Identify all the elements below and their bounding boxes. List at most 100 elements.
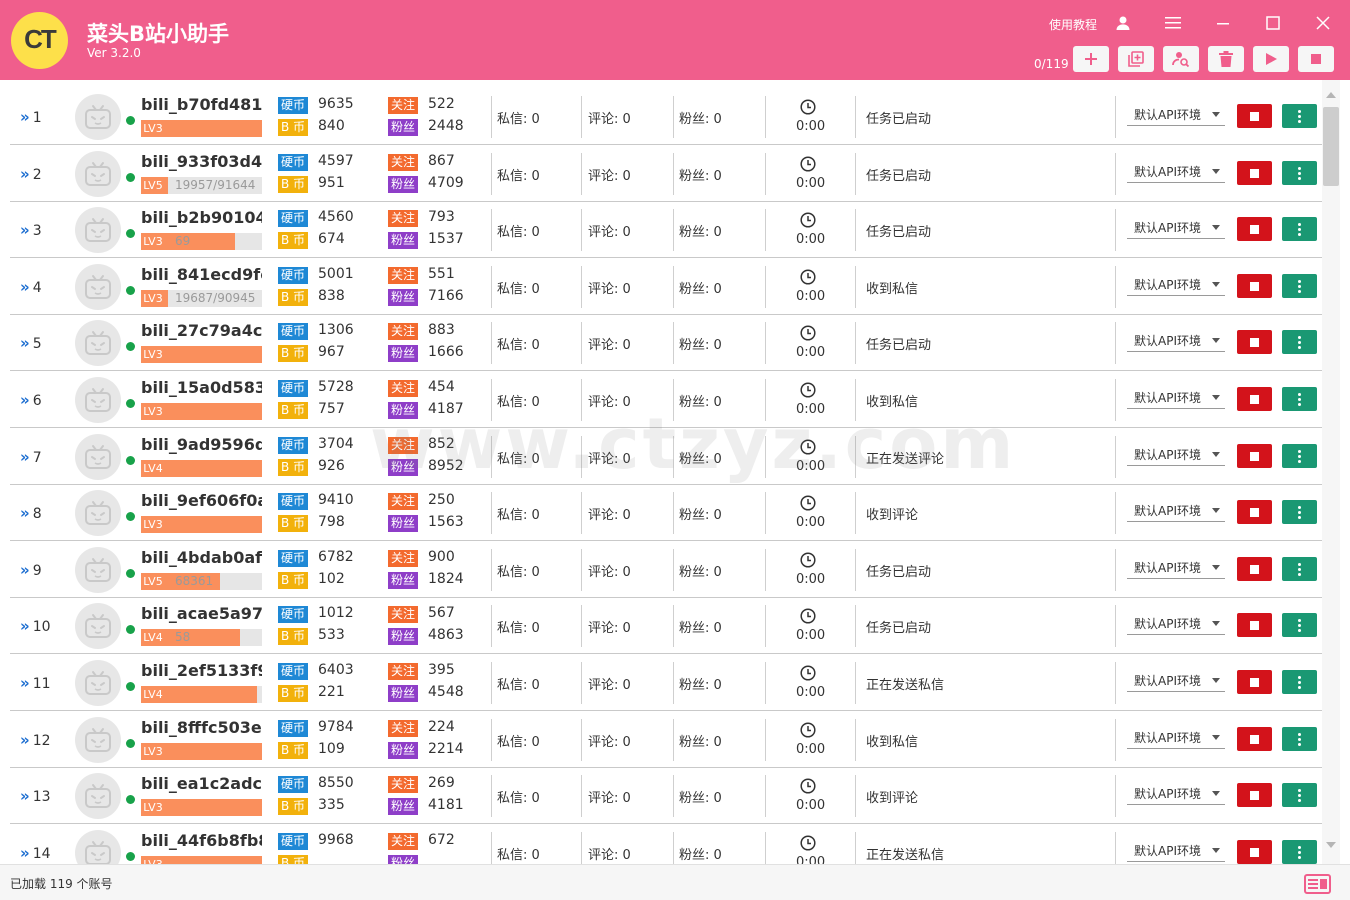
api-env-select[interactable]: 默认API环境	[1127, 324, 1225, 352]
more-options-button[interactable]	[1282, 613, 1317, 637]
more-options-button[interactable]	[1282, 104, 1317, 128]
more-options-button[interactable]	[1282, 840, 1317, 864]
api-env-select[interactable]: 默认API环境	[1127, 438, 1225, 466]
menu-button[interactable]	[1158, 8, 1188, 38]
more-options-button[interactable]	[1282, 783, 1317, 807]
double-chevron-right-icon[interactable]: »	[20, 561, 30, 579]
api-env-select[interactable]: 默认API环境	[1127, 98, 1225, 126]
avatar[interactable]	[75, 717, 121, 763]
api-env-select[interactable]: 默认API环境	[1127, 211, 1225, 239]
stop-task-button[interactable]	[1237, 330, 1272, 354]
account-row[interactable]: » 12 bili_8fffc503e0 LV3 硬币 9784 B 币 109 关注 224 粉丝…	[10, 711, 1322, 768]
stop-task-button[interactable]	[1237, 444, 1272, 468]
api-env-select[interactable]: 默认API环境	[1127, 721, 1225, 749]
scroll-down-arrow-icon[interactable]	[1326, 842, 1336, 848]
avatar[interactable]	[75, 207, 121, 253]
account-row[interactable]: »6 bili_15a0d5838 LV3 硬币 5728 B 币 757 关注 454 粉丝 41…	[10, 371, 1322, 428]
maximize-button[interactable]	[1258, 8, 1288, 38]
close-button[interactable]	[1308, 8, 1338, 38]
more-options-button[interactable]	[1282, 557, 1317, 581]
double-chevron-right-icon[interactable]: »	[20, 731, 30, 749]
start-all-button[interactable]	[1253, 46, 1289, 72]
stop-task-button[interactable]	[1237, 500, 1272, 524]
account-row[interactable]: »7 bili_9ad9596db LV4 硬币 3704 B 币 926 关注 852 粉丝 89…	[10, 428, 1322, 485]
double-chevron-right-icon[interactable]: »	[20, 504, 30, 522]
api-env-select[interactable]: 默认API环境	[1127, 155, 1225, 183]
stop-task-button[interactable]	[1237, 274, 1272, 298]
vertical-scrollbar[interactable]	[1322, 80, 1340, 864]
account-row[interactable]: » 5 bili_27c79a4c2 LV3 硬币 1306 B 币 967 关注 883 粉丝 16…	[10, 314, 1322, 371]
double-chevron-right-icon[interactable]: »	[20, 108, 30, 126]
avatar[interactable]	[75, 490, 121, 536]
account-row[interactable]: » 9 bili_4bdab0af2 68361 LV5 硬币 6782 B 币 102 关注 90…	[10, 541, 1322, 598]
stop-task-button[interactable]	[1237, 104, 1272, 128]
api-env-select[interactable]: 默认API环境	[1127, 664, 1225, 692]
stop-task-button[interactable]	[1237, 783, 1272, 807]
batch-add-button[interactable]	[1118, 46, 1154, 72]
more-options-button[interactable]	[1282, 444, 1317, 468]
double-chevron-right-icon[interactable]: »	[20, 787, 30, 805]
more-options-button[interactable]	[1282, 387, 1317, 411]
double-chevron-right-icon[interactable]: »	[20, 391, 30, 409]
api-env-select[interactable]: 默认API环境	[1127, 494, 1225, 522]
account-row[interactable]: »11 bili_2ef5133f9a LV4 硬币 6403 B 币 221 关注 395 粉丝…	[10, 654, 1322, 711]
account-row[interactable]: » 2 bili_933f03d45 19957/91644 LV5 硬币 4597 B 币 9…	[10, 145, 1322, 202]
account-row[interactable]: »3 bili_b2b901047 69 LV3 硬币 4560 B 币 674 关注 793 粉丝…	[10, 201, 1322, 258]
tutorial-link[interactable]: 使用教程	[1049, 16, 1097, 33]
stop-task-button[interactable]	[1237, 613, 1272, 637]
avatar[interactable]	[75, 830, 121, 864]
more-options-button[interactable]	[1282, 330, 1317, 354]
more-options-button[interactable]	[1282, 274, 1317, 298]
avatar[interactable]	[75, 377, 121, 423]
scroll-up-arrow-icon[interactable]	[1326, 92, 1336, 98]
avatar[interactable]	[75, 547, 121, 593]
user-button[interactable]	[1108, 8, 1138, 38]
scroll-thumb[interactable]	[1323, 107, 1339, 186]
api-env-select[interactable]: 默认API环境	[1127, 268, 1225, 296]
minimize-button[interactable]	[1208, 8, 1238, 38]
api-env-select[interactable]: 默认API环境	[1127, 551, 1225, 579]
stop-task-button[interactable]	[1237, 217, 1272, 241]
more-options-button[interactable]	[1282, 161, 1317, 185]
account-row[interactable]: »14 bili_44f6b8fb8c LV3 硬币 9968 B 币 关注 672 粉丝 私信:…	[10, 824, 1322, 864]
api-env-select[interactable]: 默认API环境	[1127, 777, 1225, 805]
avatar[interactable]	[75, 603, 121, 649]
double-chevron-right-icon[interactable]: »	[20, 617, 30, 635]
double-chevron-right-icon[interactable]: »	[20, 674, 30, 692]
avatar[interactable]	[75, 773, 121, 819]
stop-task-button[interactable]	[1237, 670, 1272, 694]
account-row[interactable]: »13 bili_ea1c2adc9c LV3 硬币 8550 B 币 335 关注 269 粉丝…	[10, 767, 1322, 824]
stop-task-button[interactable]	[1237, 727, 1272, 751]
account-row[interactable]: » 1 bili_b70fd4813 LV3 硬币 9635 B 币 840 关注 522 粉丝 24…	[10, 88, 1322, 145]
avatar[interactable]	[75, 320, 121, 366]
double-chevron-right-icon[interactable]: »	[20, 221, 30, 239]
stop-task-button[interactable]	[1237, 161, 1272, 185]
log-panel-icon[interactable]	[1304, 874, 1331, 894]
add-account-button[interactable]	[1073, 46, 1109, 72]
api-env-select[interactable]: 默认API环境	[1127, 834, 1225, 862]
api-env-select[interactable]: 默认API环境	[1127, 381, 1225, 409]
stop-all-button[interactable]	[1298, 46, 1334, 72]
more-options-button[interactable]	[1282, 500, 1317, 524]
more-options-button[interactable]	[1282, 670, 1317, 694]
account-list[interactable]: » 1 bili_b70fd4813 LV3 硬币 9635 B 币 840 关注 522 粉丝 24…	[0, 80, 1322, 864]
account-row[interactable]: »4 bili_841ecd9fce 19687/90945 LV3 硬币 5001 B 币…	[10, 258, 1322, 315]
account-row[interactable]: »10 bili_acae5a9718 58 LV4 硬币 1012 B 币 533 关注 567…	[10, 597, 1322, 654]
more-options-button[interactable]	[1282, 217, 1317, 241]
avatar[interactable]	[75, 151, 121, 197]
double-chevron-right-icon[interactable]: »	[20, 844, 30, 862]
double-chevron-right-icon[interactable]: »	[20, 165, 30, 183]
api-env-select[interactable]: 默认API环境	[1127, 607, 1225, 635]
stop-task-button[interactable]	[1237, 840, 1272, 864]
avatar[interactable]	[75, 94, 121, 140]
avatar[interactable]	[75, 434, 121, 480]
double-chevron-right-icon[interactable]: »	[20, 448, 30, 466]
account-row[interactable]: »8 bili_9ef606f0a5 LV3 硬币 9410 B 币 798 关注 250 粉丝 1…	[10, 484, 1322, 541]
more-options-button[interactable]	[1282, 727, 1317, 751]
double-chevron-right-icon[interactable]: »	[20, 334, 30, 352]
stop-task-button[interactable]	[1237, 387, 1272, 411]
double-chevron-right-icon[interactable]: »	[20, 278, 30, 296]
avatar[interactable]	[75, 660, 121, 706]
avatar[interactable]	[75, 264, 121, 310]
search-user-button[interactable]	[1163, 46, 1199, 72]
